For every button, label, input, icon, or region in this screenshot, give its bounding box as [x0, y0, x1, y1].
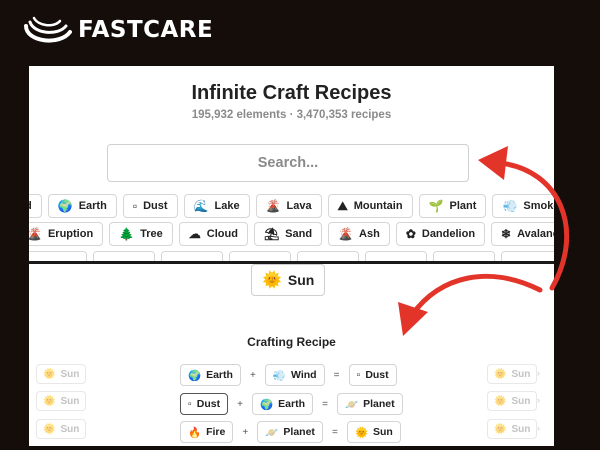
equals-sign: = [322, 398, 328, 410]
ingredient-chip[interactable]: 💨 Wind [264, 364, 325, 386]
tree-icon: 🌲 [119, 227, 135, 241]
recipe-detail-panel: 🌞 Sun Crafting Recipe 🌞 Sun 🌞 Sun 🌞 Sun 🌞 Su… [29, 264, 554, 446]
element-chip-lava[interactable]: 🌋 Lava [255, 194, 322, 218]
ingredient-chip[interactable]: 🌍 Earth [180, 364, 241, 386]
ghost-element-chip[interactable]: 🌞 Sun [487, 364, 538, 384]
fastcare-logo: FASTCARE [20, 12, 213, 48]
ingredient-chip[interactable]: 🌍 Earth [252, 393, 313, 415]
equals-sign: = [332, 426, 338, 438]
element-chip-tree[interactable]: 🌲 Tree [109, 222, 173, 246]
wind-icon: 💨 [272, 369, 286, 382]
element-chip-cloud[interactable]: ☁ Cloud [178, 222, 248, 246]
smoke-icon: 💨 [502, 199, 518, 213]
element-chip-sand[interactable]: ⛱ Sand [253, 222, 323, 246]
element-chip-dandelion[interactable]: ✿ Dandelion [395, 222, 486, 246]
wave-icon: 🌊 [193, 199, 209, 213]
earth-icon: 🌍 [260, 398, 274, 411]
selected-element-label: Sun [287, 272, 315, 288]
ghost-element-chip[interactable]: 🌞 Sun [36, 364, 87, 384]
snow-icon: ❄ [501, 227, 512, 241]
element-chip-mountain[interactable]: ⛰ Mountain [327, 194, 413, 218]
element-chip-eruption[interactable]: 🌋 Eruption [29, 222, 104, 246]
plus-sign: + [250, 369, 256, 381]
planet-icon: 🪐 [265, 426, 279, 439]
result-chip[interactable]: 🪐 Planet [337, 393, 403, 415]
planet-icon: 🪐 [345, 398, 359, 411]
sun-icon: 🌞 [494, 395, 507, 407]
earth-icon: 🌍 [57, 199, 73, 213]
element-chip-row: d 🌍Earth ▫Dust 🌊Lake 🌋Lava ⛰Mountain 🌱Pl… [29, 194, 554, 218]
element-chip-row: 🌋 Eruption 🌲 Tree ☁ Cloud ⛱ Sand 🌋 Ash ✿ Dande… [29, 222, 554, 246]
element-chip-earth[interactable]: 🌍 Earth [47, 194, 117, 218]
sun-icon: 🌞 [354, 426, 369, 439]
element-chip-avalanche[interactable]: ❄Avalanche [491, 222, 554, 246]
page-title: Infinite Craft Recipes [191, 82, 392, 104]
volcano-icon: 🌋 [29, 227, 42, 241]
selected-element-sun[interactable]: 🌞 Sun [251, 264, 326, 296]
fastcare-swoosh-icon [24, 16, 72, 43]
recipe-row: ▫ Dust + 🌍 Earth = 🪐 Planet [180, 393, 403, 415]
equals-sign: = [333, 369, 340, 381]
ingredient-chip-selected[interactable]: ▫ Dust [180, 393, 229, 415]
recipes-search-panel: Infinite Craft Recipes 195,932 elements … [29, 66, 554, 262]
result-chip[interactable]: 🌞 Sun [346, 421, 401, 443]
sun-icon: 🌞 [494, 368, 507, 380]
plus-sign: + [237, 398, 243, 410]
dust-icon: ▫ [188, 398, 192, 410]
chevron-right-icon[interactable]: › [537, 395, 540, 405]
sun-icon: 🌞 [494, 423, 507, 435]
sun-icon: 🌞 [43, 368, 56, 380]
element-chip-lake[interactable]: 🌊 Lake [183, 194, 250, 218]
dust-icon: ▫ [132, 199, 138, 213]
element-chip-smoke[interactable]: 💨Smoke [492, 194, 554, 218]
ingredient-chip[interactable]: 🔥 Fire [180, 421, 234, 443]
ghost-element-chip[interactable]: 🌞 Sun [487, 419, 538, 439]
volcano-icon: 🌋 [265, 199, 281, 213]
result-chip[interactable]: ▫ Dust [348, 364, 397, 386]
beach-icon: ⛱ [263, 227, 280, 241]
volcano-icon: 🌋 [338, 227, 354, 241]
element-chip-dust[interactable]: ▫ Dust [122, 194, 178, 218]
cloud-icon: ☁ [188, 227, 201, 241]
ghost-element-chip[interactable]: 🌞 Sun [36, 419, 87, 439]
element-chip-plant[interactable]: 🌱 Plant [418, 194, 487, 218]
crafting-recipe-heading: Crafting Recipe [247, 335, 336, 349]
element-chip-ash[interactable]: 🌋 Ash [328, 222, 390, 246]
page-stats: 195,932 elements · 3,470,353 recipes [191, 109, 392, 121]
recipe-row: 🌍 Earth + 💨 Wind = ▫ Dust [180, 364, 397, 386]
element-chip[interactable]: d [29, 194, 42, 218]
plus-sign: + [242, 426, 249, 438]
ghost-element-chip[interactable]: 🌞 Sun [36, 391, 87, 411]
recipe-row: 🔥 Fire + 🪐 Planet = 🌞 Sun [180, 421, 401, 443]
dust-icon: ▫ [356, 369, 361, 381]
fire-icon: 🔥 [188, 426, 202, 439]
chevron-right-icon[interactable]: › [537, 423, 540, 433]
seedling-icon: 🌱 [428, 199, 444, 213]
flower-icon: ✿ [405, 227, 416, 241]
chevron-right-icon[interactable]: › [537, 368, 540, 378]
sun-icon: 🌞 [43, 423, 56, 435]
ghost-element-chip[interactable]: 🌞 Sun [487, 391, 538, 411]
brand-name: FASTCARE [78, 17, 214, 43]
search-input[interactable] [107, 144, 469, 182]
mountain-icon: ⛰ [337, 199, 348, 213]
sun-icon: 🌞 [262, 272, 282, 289]
sun-icon: 🌞 [43, 395, 56, 407]
ingredient-chip[interactable]: 🪐 Planet [257, 421, 323, 443]
earth-icon: 🌍 [188, 369, 202, 382]
